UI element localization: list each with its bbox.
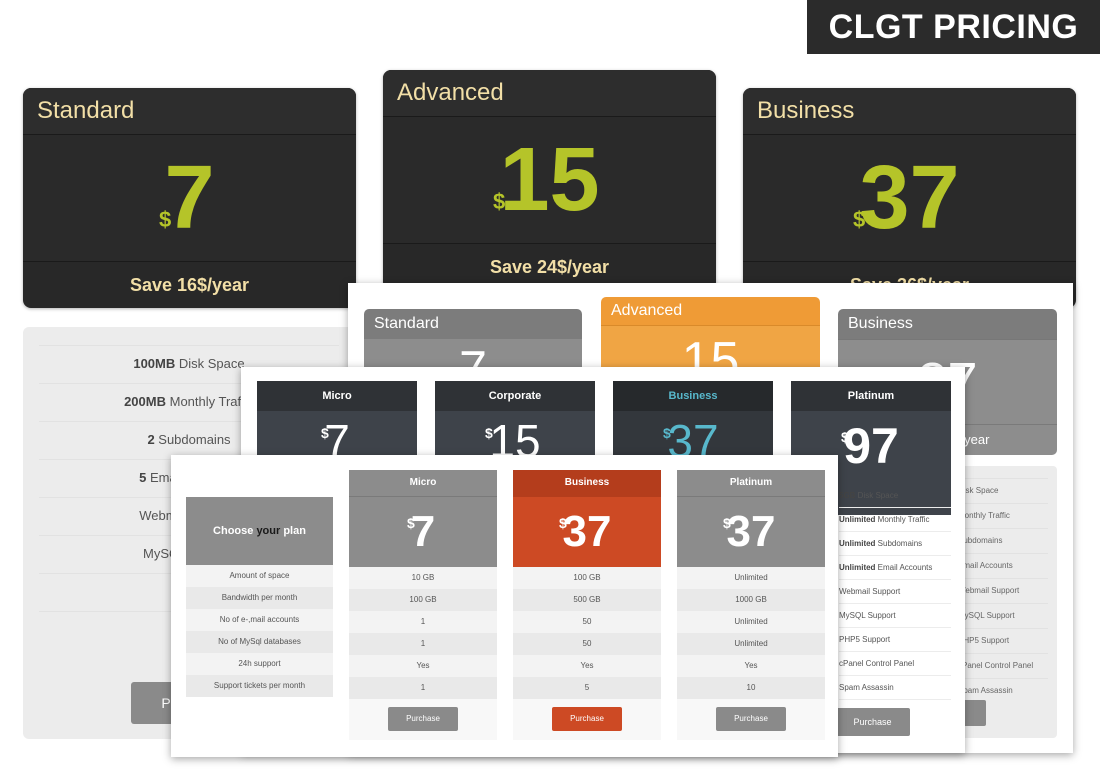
- feature-row: Spam Assassin: [839, 677, 951, 700]
- table-cell: Yes: [677, 655, 825, 677]
- row-labels: Amount of space Bandwidth per month No o…: [186, 565, 333, 697]
- table-cell: 1: [349, 633, 497, 655]
- feature-row: cPanel Control Panel: [958, 653, 1048, 678]
- feature-row: cPanel Control Panel: [839, 653, 951, 676]
- price-block: $ 15: [383, 117, 716, 244]
- table-cell: 1: [349, 677, 497, 699]
- plan-name: Corporate: [435, 381, 595, 411]
- price-block: $ 37: [677, 496, 825, 567]
- table-cell: 10: [677, 677, 825, 699]
- currency-symbol: $: [841, 429, 849, 445]
- price-block: $ 37: [513, 496, 661, 567]
- feature-row: PHP5 Support: [958, 628, 1048, 653]
- currency-symbol: $: [723, 515, 731, 531]
- currency-symbol: $: [853, 207, 866, 232]
- currency-symbol: $: [493, 189, 506, 214]
- feature-row: Webmail Support: [958, 578, 1048, 603]
- table-cell: 1: [349, 611, 497, 633]
- table-cell: 100 GB: [513, 567, 661, 589]
- plan-name: Business: [513, 470, 661, 496]
- dark-card-business: Business $ 37 Save 36$/year: [743, 88, 1076, 308]
- table-cell: Yes: [513, 655, 661, 677]
- feature-row: Subdomains: [958, 528, 1048, 553]
- price-block: $ 7: [349, 496, 497, 567]
- feature-row: 5GB Disk Space: [839, 485, 951, 508]
- plan-name: Business: [743, 88, 1076, 135]
- price-value: 97: [843, 418, 899, 474]
- row-label: No of e-,mail accounts: [186, 609, 333, 631]
- table-cell: Yes: [349, 655, 497, 677]
- currency-symbol: $: [159, 207, 172, 232]
- plan-name: Business: [838, 309, 1057, 339]
- plan-name: Advanced: [383, 70, 716, 117]
- table-cell: 50: [513, 611, 661, 633]
- plan-name: Platinum: [791, 381, 951, 411]
- table-column-micro: Micro $ 7 10 GB 100 GB 1 1 Yes 1 Purchas…: [349, 470, 497, 740]
- plan-name: Micro: [349, 470, 497, 496]
- currency-symbol: $: [485, 425, 493, 441]
- brand-title: CLGT PRICING: [807, 0, 1100, 54]
- dark-card-advanced: Advanced $ 15 Save 24$/year: [383, 70, 716, 290]
- table-cell: 100 GB: [349, 589, 497, 611]
- plan-name: Micro: [257, 381, 417, 411]
- save-text: Save 16$/year: [129, 275, 250, 295]
- feature-row: Email Accounts: [958, 553, 1048, 578]
- row-label: Bandwidth per month: [186, 587, 333, 609]
- table-cell: Unlimited: [677, 633, 825, 655]
- feature-row: Unlimited Subdomains: [839, 533, 951, 556]
- price-value: 37: [562, 507, 612, 556]
- plan-name: Standard: [23, 88, 356, 135]
- currency-symbol: $: [407, 515, 415, 531]
- table-cell: 500 GB: [513, 589, 661, 611]
- table-cell: 10 GB: [349, 567, 497, 589]
- feature-row: PHP5 Support: [839, 629, 951, 652]
- table-cell: 5: [513, 677, 661, 699]
- price-value: 15: [499, 130, 600, 230]
- currency-symbol: $: [663, 425, 671, 441]
- price-block: $ 37: [743, 135, 1076, 262]
- plan-name: Platinum: [677, 470, 825, 496]
- feature-row: Monthly Traffic: [958, 503, 1048, 528]
- row-label: Amount of space: [186, 565, 333, 587]
- row-label: 24h support: [186, 653, 333, 675]
- feature-row: Spam Assassin: [958, 678, 1048, 703]
- plan-name: Standard: [364, 309, 582, 339]
- plan-name: Advanced: [601, 297, 820, 325]
- price-value: 37: [726, 507, 776, 556]
- feature-row: Webmail Support: [839, 581, 951, 604]
- feature-row: MySQL Support: [839, 605, 951, 628]
- table-cell: Unlimited: [677, 611, 825, 633]
- purchase-button[interactable]: Purchase: [552, 707, 622, 731]
- table-cell: Unlimited: [677, 567, 825, 589]
- feature-row: Unlimited Monthly Traffic: [839, 509, 951, 532]
- table-column-platinum: Platinum $ 37 Unlimited 1000 GB Unlimite…: [677, 470, 825, 740]
- table-column-business: Business $ 37 100 GB 500 GB 50 50 Yes 5 …: [513, 470, 661, 740]
- table-cell: 1000 GB: [677, 589, 825, 611]
- table-cell: 50: [513, 633, 661, 655]
- purchase-button[interactable]: Purchase: [388, 707, 458, 731]
- price-value: 7: [164, 148, 215, 248]
- feature-row: Unlimited Email Accounts: [839, 557, 951, 580]
- purchase-button[interactable]: Purchase: [835, 708, 910, 736]
- price-block: $ 7: [23, 135, 356, 262]
- plan-name: Business: [613, 381, 773, 411]
- feature-row: Disk Space: [958, 478, 1048, 503]
- row-label: Support tickets per month: [186, 675, 333, 697]
- price-value: 37: [859, 148, 960, 248]
- feature-row: MySQL Support: [958, 603, 1048, 628]
- row-label: No of MySql databases: [186, 631, 333, 653]
- currency-symbol: $: [321, 425, 329, 441]
- dark-card-standard: Standard $ 7 Save 16$/year: [23, 88, 356, 308]
- currency-symbol: $: [559, 515, 567, 531]
- purchase-button[interactable]: Purchase: [716, 707, 786, 731]
- choose-plan-box: Choose your plan: [186, 497, 333, 565]
